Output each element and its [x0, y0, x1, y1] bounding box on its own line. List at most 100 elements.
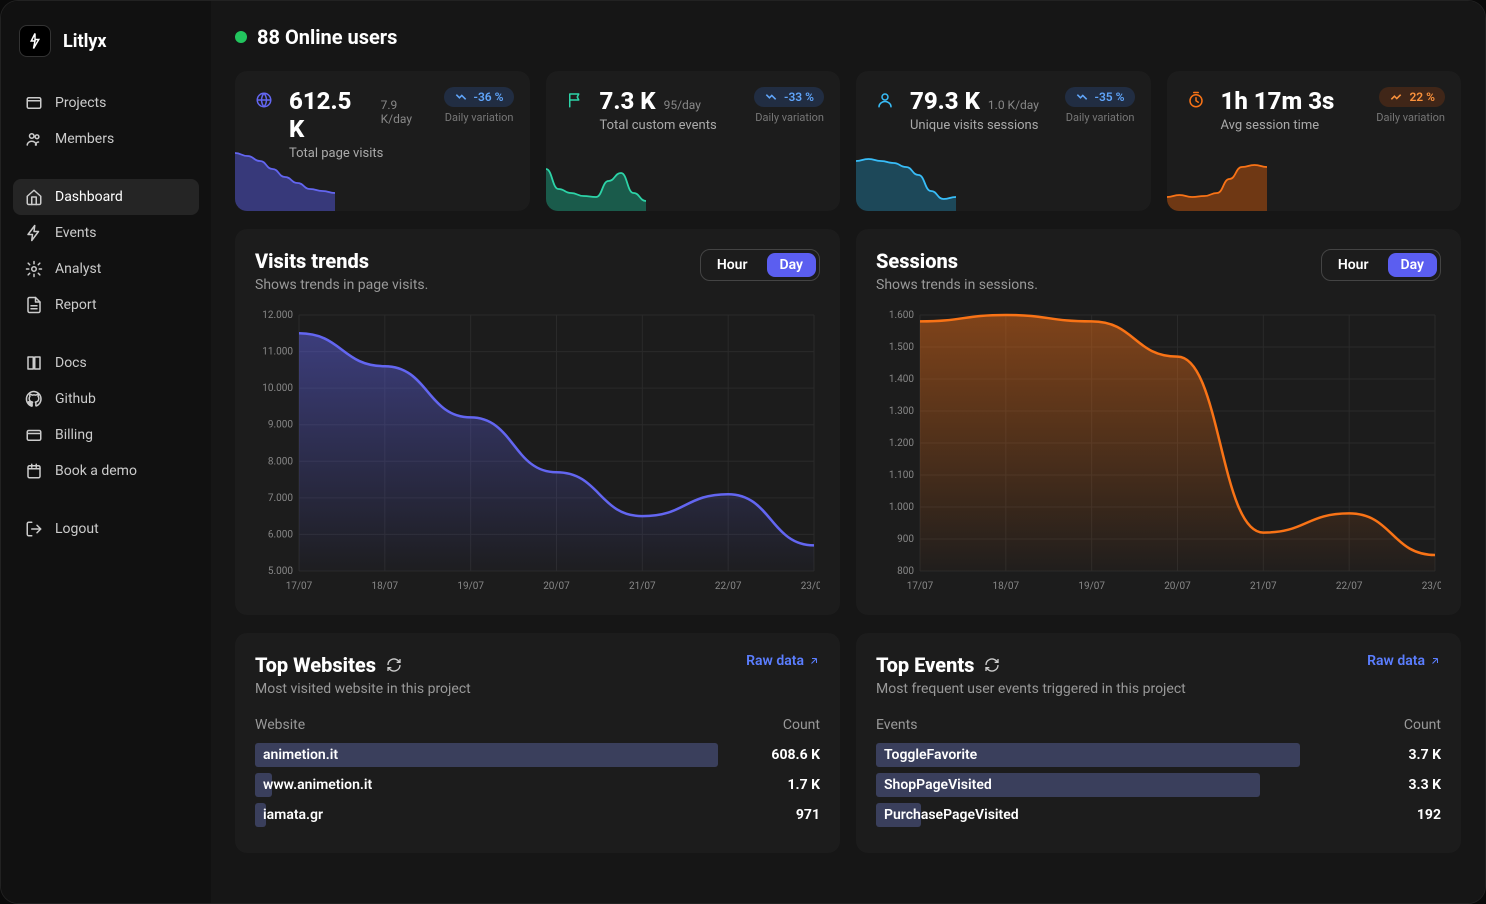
stat-card: 1h 17m 3s Avg session time 22 % Daily va…: [1167, 71, 1462, 211]
col-website: Website: [255, 717, 305, 733]
logout-icon: [25, 520, 43, 538]
table-row-label: animetion.it: [255, 744, 346, 766]
svg-text:18/07: 18/07: [993, 581, 1020, 592]
table-row[interactable]: animetion.it 608.6 K: [255, 743, 820, 767]
svg-text:23/07: 23/07: [1422, 581, 1441, 592]
table-row[interactable]: iamata.gr 971: [255, 803, 820, 827]
raw-data-link[interactable]: Raw data: [1367, 653, 1441, 669]
refresh-icon[interactable]: [984, 657, 1000, 673]
svg-text:17/07: 17/07: [286, 581, 313, 592]
stat-label: Unique visits sessions: [910, 118, 1053, 133]
visits-toggle-hour[interactable]: Hour: [701, 250, 764, 280]
stat-value: 1h 17m 3s: [1221, 87, 1335, 115]
sidebar-item-docs[interactable]: Docs: [13, 345, 199, 381]
top-websites-sub: Most visited website in this project: [255, 681, 471, 697]
sidebar-item-events[interactable]: Events: [13, 215, 199, 251]
table-row-label: www.animetion.it: [255, 774, 380, 796]
svg-text:1.400: 1.400: [889, 374, 914, 385]
sidebar-item-label: Report: [55, 297, 97, 313]
svg-text:7.000: 7.000: [268, 493, 293, 504]
sidebar-item-label: Logout: [55, 521, 99, 537]
top-events-card: Top Events Most frequent user events tri…: [856, 633, 1461, 853]
svg-text:19/07: 19/07: [1078, 581, 1105, 592]
svg-text:1.100: 1.100: [889, 470, 914, 481]
table-row[interactable]: PurchasePageVisited 192: [876, 803, 1441, 827]
table-row[interactable]: ToggleFavorite 3.7 K: [876, 743, 1441, 767]
table-row-value: 971: [796, 807, 820, 823]
sidebar-item-label: Events: [55, 225, 96, 241]
top-websites-title: Top Websites: [255, 653, 376, 677]
doc-icon: [25, 296, 43, 314]
table-row[interactable]: www.animetion.it 1.7 K: [255, 773, 820, 797]
svg-text:9.000: 9.000: [268, 420, 293, 431]
table-row-value: 1.7 K: [787, 777, 820, 793]
top-events-sub: Most frequent user events triggered in t…: [876, 681, 1186, 697]
table-row-value: 3.3 K: [1408, 777, 1441, 793]
sidebar-item-logout[interactable]: Logout: [13, 511, 199, 547]
sessions-chart-title: Sessions: [876, 249, 1038, 273]
stat-sparkline: [235, 151, 335, 211]
sessions-toggle-hour[interactable]: Hour: [1322, 250, 1385, 280]
stat-badge: -35 %: [1065, 87, 1135, 107]
sidebar-item-label: Docs: [55, 355, 87, 371]
visits-toggle-day[interactable]: Day: [767, 253, 817, 277]
flag-icon: [562, 87, 588, 113]
sidebar-item-label: Billing: [55, 427, 93, 443]
visits-chart-title: Visits trends: [255, 249, 428, 273]
sidebar-item-members[interactable]: Members: [13, 121, 199, 157]
table-row-value: 3.7 K: [1408, 747, 1441, 763]
sidebar-item-billing[interactable]: Billing: [13, 417, 199, 453]
svg-text:12.000: 12.000: [262, 310, 293, 321]
stat-label: Total custom events: [600, 118, 743, 133]
sidebar-item-book-a-demo[interactable]: Book a demo: [13, 453, 199, 489]
book-icon: [25, 354, 43, 372]
svg-text:18/07: 18/07: [372, 581, 399, 592]
svg-text:10.000: 10.000: [262, 383, 293, 394]
svg-text:17/07: 17/07: [907, 581, 934, 592]
svg-text:6.000: 6.000: [268, 529, 293, 540]
svg-text:19/07: 19/07: [457, 581, 484, 592]
stat-card: 79.3 K 1.0 K/day Unique visits sessions …: [856, 71, 1151, 211]
sessions-toggle: Hour Day: [1321, 249, 1441, 281]
svg-text:1.300: 1.300: [889, 406, 914, 417]
sidebar-item-report[interactable]: Report: [13, 287, 199, 323]
sessions-chart: 8009001.0001.1001.2001.3001.4001.5001.60…: [876, 305, 1441, 595]
visits-chart-card: Visits trends Shows trends in page visit…: [235, 229, 840, 615]
svg-text:23/07: 23/07: [801, 581, 820, 592]
stat-badge: -33 %: [754, 87, 824, 107]
table-row[interactable]: ShopPageVisited 3.3 K: [876, 773, 1441, 797]
stat-rate: 1.0 K/day: [988, 98, 1039, 112]
stat-sparkline: [1167, 151, 1267, 211]
table-row-label: iamata.gr: [255, 804, 331, 826]
github-icon: [25, 390, 43, 408]
col-count: Count: [783, 717, 820, 733]
svg-text:22/07: 22/07: [1336, 581, 1363, 592]
sidebar-item-analyst[interactable]: Analyst: [13, 251, 199, 287]
stat-variation-label: Daily variation: [1376, 111, 1445, 124]
svg-text:1.500: 1.500: [889, 342, 914, 353]
refresh-icon[interactable]: [386, 657, 402, 673]
sidebar-item-label: Analyst: [55, 261, 101, 277]
top-events-title: Top Events: [876, 653, 974, 677]
visits-chart: 5.0006.0007.0008.0009.00010.00011.00012.…: [255, 305, 820, 595]
sidebar-item-dashboard[interactable]: Dashboard: [13, 179, 199, 215]
stat-sparkline: [546, 151, 646, 211]
sidebar-item-label: Projects: [55, 95, 106, 111]
stat-card: 7.3 K 95/day Total custom events -33 % D…: [546, 71, 841, 211]
stat-variation-label: Daily variation: [1066, 111, 1135, 124]
stat-badge: -36 %: [444, 87, 514, 107]
visits-toggle: Hour Day: [700, 249, 820, 281]
user-icon: [872, 87, 898, 113]
sessions-toggle-day[interactable]: Day: [1388, 253, 1438, 277]
main-content: 88 Online users 612.5 K 7.9 K/day Total …: [211, 1, 1485, 903]
svg-text:21/07: 21/07: [1250, 581, 1277, 592]
sidebar-item-label: Dashboard: [55, 189, 123, 205]
timer-icon: [1183, 87, 1209, 113]
stat-variation-label: Daily variation: [755, 111, 824, 124]
brand-logo: [19, 25, 51, 57]
card-icon: [25, 426, 43, 444]
raw-data-link[interactable]: Raw data: [746, 653, 820, 669]
sidebar-item-projects[interactable]: Projects: [13, 85, 199, 121]
table-row-label: ToggleFavorite: [876, 744, 985, 766]
sidebar-item-github[interactable]: Github: [13, 381, 199, 417]
